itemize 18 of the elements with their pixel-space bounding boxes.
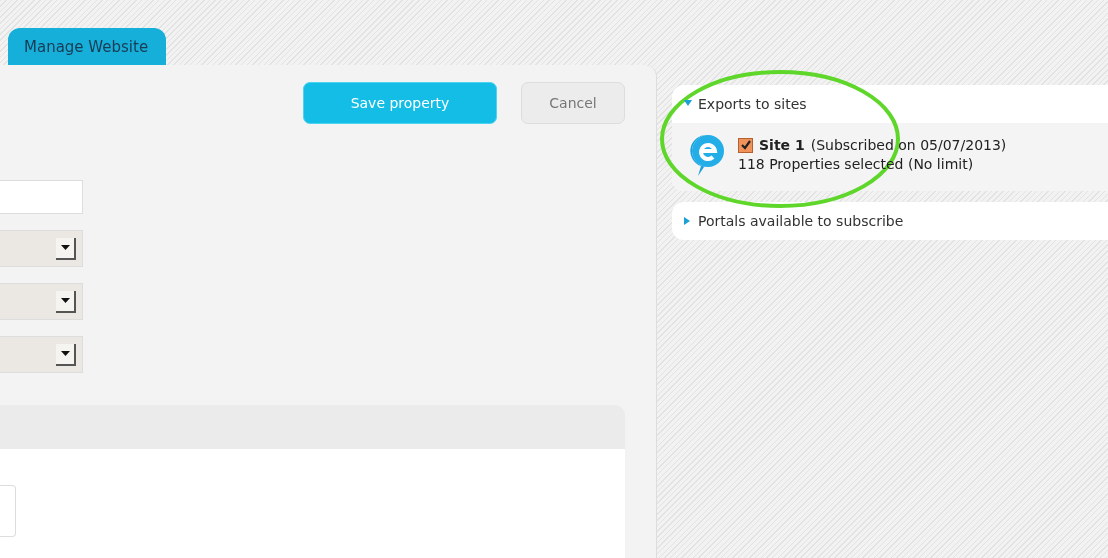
section-header[interactable]: Portals available to subscribe — [672, 202, 1108, 240]
cancel-button[interactable]: Cancel — [521, 82, 625, 124]
dropdown-field[interactable] — [0, 230, 83, 267]
speech-bubble-logo-icon — [690, 133, 726, 177]
checkbox[interactable] — [738, 138, 753, 153]
input-field[interactable] — [0, 485, 16, 537]
caret-icon — [60, 245, 70, 250]
caret-icon — [60, 351, 70, 356]
subscription-date: (Subscribed on 05/07/2013) — [810, 136, 1007, 155]
dropdown-field[interactable] — [0, 336, 83, 373]
site-name: Site 1 — [759, 136, 805, 155]
text-field[interactable] — [0, 180, 83, 214]
section-header[interactable]: Exports to sites — [672, 85, 1108, 123]
section-title: Exports to sites — [698, 96, 807, 112]
section-title: Portals available to subscribe — [698, 213, 904, 229]
tab[interactable]: Manage Website — [8, 28, 167, 65]
caret-icon — [60, 298, 70, 303]
dropdown-field[interactable] — [0, 283, 83, 320]
